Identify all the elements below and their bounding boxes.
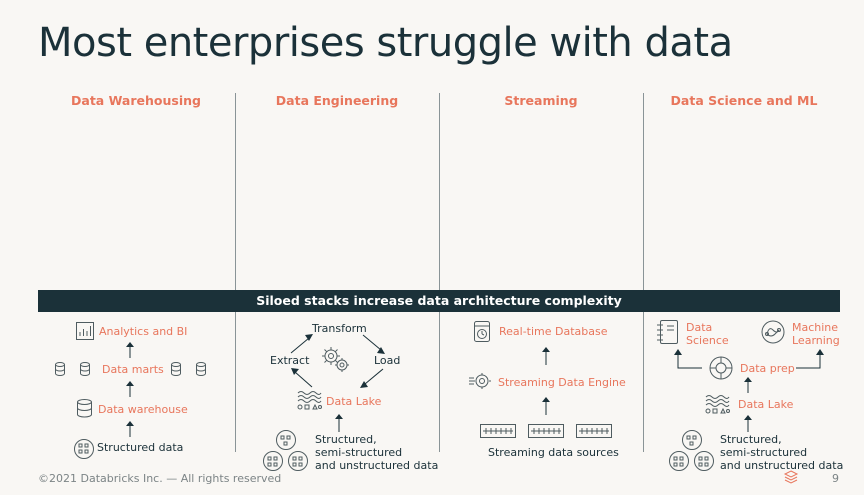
arrow-to-data-science bbox=[674, 349, 702, 369]
machine-learning-label-line2: Learning bbox=[792, 334, 840, 347]
transform-label: Transform bbox=[312, 322, 367, 335]
arrow-up-icon bbox=[126, 342, 134, 358]
page-title: Most enterprises struggle with data bbox=[38, 20, 733, 66]
arrow-down-left-icon bbox=[360, 368, 384, 388]
analytics-bi-label: Analytics and BI bbox=[99, 325, 188, 338]
data-warehouse-label: Data warehouse bbox=[98, 403, 188, 416]
arrow-up-right-icon bbox=[290, 334, 313, 354]
database-icon bbox=[55, 362, 65, 376]
arrow-up-icon bbox=[126, 421, 134, 437]
structured-label: Structured, bbox=[720, 433, 782, 446]
structured-data-label: Structured data bbox=[97, 441, 184, 454]
arrow-up-icon bbox=[744, 415, 752, 432]
column-divider bbox=[235, 312, 236, 452]
arrow-up-icon bbox=[126, 381, 134, 397]
data-prep-label: Data prep bbox=[740, 362, 795, 375]
semi-structured-label: semi-structured bbox=[315, 446, 403, 459]
stream-source-icon bbox=[480, 424, 516, 438]
streaming-engine-icon bbox=[469, 373, 491, 389]
copyright-footer: ©2021 Databricks Inc. — All rights reser… bbox=[38, 472, 282, 485]
column-divider bbox=[643, 312, 644, 452]
arrow-up-left-icon bbox=[291, 368, 313, 388]
arrow-down-right-icon bbox=[362, 334, 385, 354]
database-icon bbox=[196, 362, 206, 376]
arrow-up-icon bbox=[542, 397, 550, 415]
data-lake-label: Data Lake bbox=[738, 398, 794, 411]
streaming-data-engine-label: Streaming Data Engine bbox=[498, 376, 626, 389]
unstructured-data-label: and unstructured data bbox=[315, 459, 439, 472]
structured-data-icon bbox=[74, 439, 94, 459]
realtime-database-label: Real-time Database bbox=[499, 325, 608, 338]
database-icon bbox=[80, 362, 90, 376]
data-science-label-line1: Data bbox=[686, 321, 713, 334]
arrow-to-machine-learning bbox=[796, 349, 824, 369]
unstructured-data-label: and unstructured data bbox=[720, 459, 844, 472]
extract-label: Extract bbox=[270, 354, 310, 367]
stream-source-icon bbox=[528, 424, 564, 438]
column-header-data-science-ml: Data Science and ML bbox=[670, 93, 818, 108]
database-icon bbox=[77, 399, 92, 418]
data-prep-icon bbox=[709, 356, 733, 380]
databricks-logo-icon bbox=[783, 470, 799, 484]
bar-chart-icon bbox=[76, 322, 94, 340]
data-marts-label: Data marts bbox=[102, 363, 164, 376]
data-lake-label: Data Lake bbox=[326, 395, 382, 408]
streaming-data-sources-label: Streaming data sources bbox=[488, 446, 619, 459]
data-lake-icon bbox=[297, 391, 322, 410]
semi-structured-label: semi-structured bbox=[720, 446, 808, 459]
page-number: 9 bbox=[832, 472, 839, 485]
database-icon bbox=[171, 362, 181, 376]
load-label: Load bbox=[374, 354, 401, 367]
stream-source-icon bbox=[576, 424, 612, 438]
column-header-data-warehousing: Data Warehousing bbox=[71, 93, 201, 108]
column-divider bbox=[235, 93, 236, 290]
column-divider bbox=[643, 93, 644, 290]
mixed-data-icon bbox=[263, 430, 308, 471]
arrow-up-icon bbox=[744, 377, 752, 393]
column-header-data-engineering: Data Engineering bbox=[275, 93, 399, 108]
arrow-up-icon bbox=[335, 414, 343, 432]
siloed-stacks-banner: Siloed stacks increase data architecture… bbox=[38, 290, 840, 312]
arrow-up-icon bbox=[542, 347, 550, 365]
column-divider bbox=[439, 93, 440, 290]
machine-learning-label-line1: Machine bbox=[792, 321, 839, 334]
structured-label: Structured, bbox=[315, 433, 377, 446]
gears-icon bbox=[322, 347, 349, 372]
machine-learning-icon bbox=[761, 320, 785, 344]
notebook-icon bbox=[657, 320, 678, 344]
column-divider bbox=[439, 312, 440, 452]
realtime-database-icon bbox=[474, 321, 490, 342]
data-lake-icon bbox=[705, 395, 730, 414]
data-science-label-line2: Science bbox=[686, 334, 729, 347]
column-header-streaming: Streaming bbox=[504, 93, 578, 108]
mixed-data-icon bbox=[669, 430, 714, 471]
